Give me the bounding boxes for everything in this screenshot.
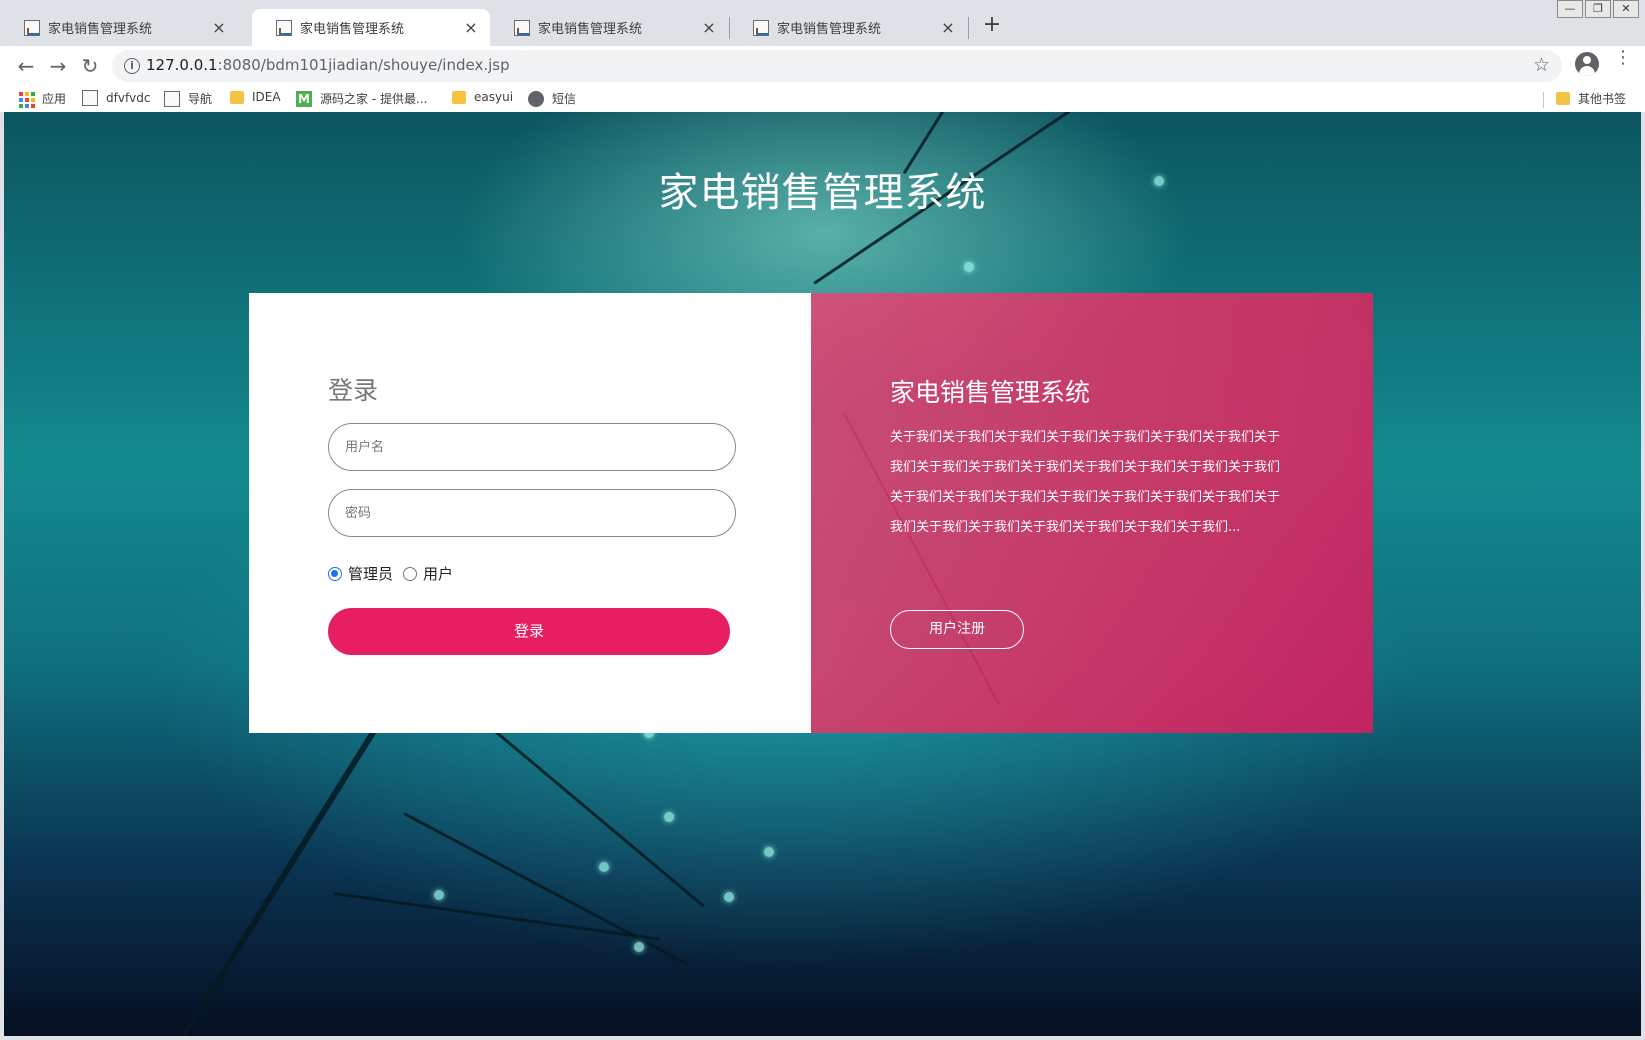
forward-icon[interactable]: →: [46, 54, 70, 78]
bookmark-item[interactable]: 短信: [528, 90, 576, 107]
globe-icon: [528, 90, 544, 107]
register-button[interactable]: 用户注册: [890, 610, 1024, 649]
tab-title: 家电销售管理系统: [777, 22, 882, 37]
window-controls: — ❐ ✕: [1555, 0, 1639, 18]
minimize-icon[interactable]: —: [1557, 0, 1583, 18]
bookmark-label: 导航: [188, 92, 213, 106]
bookmark-item[interactable]: 导航: [164, 90, 212, 107]
bookmark-folder[interactable]: IDEA: [230, 90, 281, 104]
profile-avatar-icon[interactable]: [1575, 52, 1599, 76]
page-favicon-icon: [753, 19, 769, 36]
role-user-radio[interactable]: [403, 566, 418, 581]
password-input[interactable]: [328, 489, 736, 537]
close-window-icon[interactable]: ✕: [1613, 0, 1639, 18]
apps-grid-icon: [18, 91, 35, 108]
address-bar[interactable]: i 127.0.0.1:8080/bdm101jiadian/shouye/in…: [112, 50, 1562, 82]
new-tab-icon[interactable]: +: [980, 14, 1004, 38]
bookmark-label: easyui: [474, 90, 514, 104]
browser-tab[interactable]: 家电销售管理系统 ×: [490, 9, 728, 46]
bookmark-item[interactable]: M 源码之家 - 提供最...: [296, 90, 427, 107]
bookmarks-separator: [1543, 92, 1544, 108]
about-text: 关于我们关于我们关于我们关于我们关于我们关于我们关于我们关于我们关于我们关于我们…: [890, 430, 1281, 535]
close-tab-icon[interactable]: ×: [700, 18, 718, 37]
browser-tab[interactable]: 家电销售管理系统 ×: [729, 9, 967, 46]
bookmark-label: 其他书签: [1578, 92, 1627, 106]
close-tab-icon[interactable]: ×: [210, 18, 228, 37]
bookmark-label: 源码之家 - 提供最...: [320, 92, 428, 106]
folder-icon: [230, 90, 244, 104]
info-title: 家电销售管理系统: [890, 378, 1091, 407]
close-tab-icon[interactable]: ×: [939, 18, 957, 37]
folder-icon: [452, 90, 466, 104]
tab-title: 家电销售管理系统: [538, 22, 643, 37]
page-favicon-icon: [24, 19, 40, 36]
page-favicon-icon: [276, 19, 292, 36]
site-title: 家电销售管理系统: [658, 170, 987, 216]
close-tab-icon[interactable]: ×: [462, 18, 480, 37]
back-icon[interactable]: ←: [14, 54, 38, 78]
login-card: 登录 管理员 用户 登录: [249, 293, 811, 733]
info-card: 家电销售管理系统 关于我们关于我们关于我们关于我们关于我们关于我们关于我们关于我…: [811, 293, 1373, 733]
bookmark-apps[interactable]: 应用: [18, 90, 67, 108]
folder-icon: [1556, 92, 1570, 105]
role-admin-radio[interactable]: [328, 566, 342, 581]
page-favicon-icon: [514, 19, 530, 36]
browser-menu-icon[interactable]: ⋮: [1614, 49, 1632, 67]
role-selector: 管理员 用户: [328, 563, 463, 584]
bookmark-star-icon[interactable]: ☆: [1533, 54, 1550, 76]
tab-title: 家电销售管理系统: [300, 22, 405, 37]
role-user-label[interactable]: 用户: [423, 563, 453, 584]
browser-tab[interactable]: 家电销售管理系统 ×: [0, 9, 238, 46]
page-icon: [82, 90, 98, 106]
url-text[interactable]: 127.0.0.1:8080/bdm101jiadian/shouye/inde…: [146, 56, 510, 74]
bookmarks-bar: 应用 dfvfvdc 导航 IDEA M 源码之家 - 提供最... easyu…: [0, 86, 1645, 112]
role-admin-label[interactable]: 管理员: [348, 563, 393, 584]
username-input[interactable]: [328, 423, 736, 471]
login-button[interactable]: 登录: [328, 608, 730, 655]
m-site-icon: M: [296, 90, 312, 107]
restore-icon[interactable]: ❐: [1585, 0, 1611, 18]
page-icon: [164, 90, 180, 107]
tab-separator: [968, 17, 969, 39]
bookmark-folder[interactable]: easyui: [452, 90, 513, 104]
reload-icon[interactable]: ↻: [78, 54, 102, 78]
bookmark-label: 短信: [552, 92, 577, 106]
bookmark-label: IDEA: [252, 90, 281, 104]
bookmark-label: dfvfvdc: [106, 91, 151, 105]
site-info-icon[interactable]: i: [124, 58, 140, 74]
tab-strip: 家电销售管理系统 × 家电销售管理系统 × 家电销售管理系统 × 家电销售管理系…: [0, 0, 1645, 46]
bookmark-item[interactable]: dfvfvdc: [82, 90, 150, 106]
tab-title: 家电销售管理系统: [48, 22, 153, 37]
browser-toolbar: ← → ↻ i 127.0.0.1:8080/bdm101jiadian/sho…: [0, 46, 1645, 86]
browser-tab-active[interactable]: 家电销售管理系统 ×: [252, 9, 490, 46]
page-viewport: 家电销售管理系统 登录 管理员 用户 登录 家电销售管理系统 关于我们关于我们关…: [4, 112, 1641, 1036]
other-bookmarks-folder[interactable]: 其他书签: [1556, 90, 1626, 107]
login-heading: 登录: [328, 376, 379, 405]
bookmark-label: 应用: [42, 92, 67, 106]
